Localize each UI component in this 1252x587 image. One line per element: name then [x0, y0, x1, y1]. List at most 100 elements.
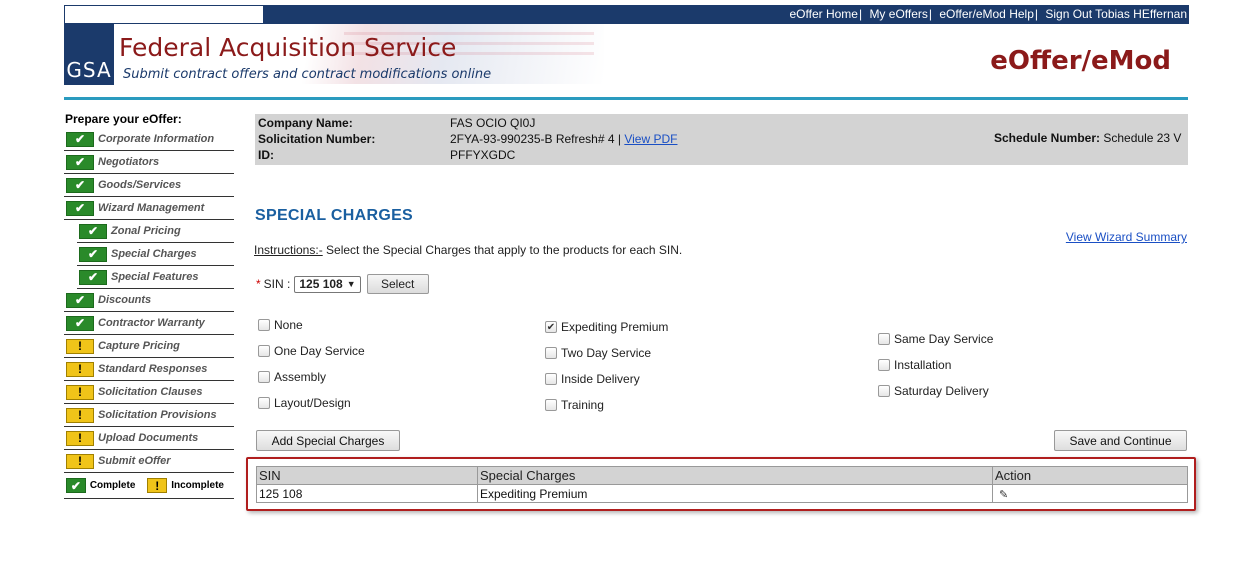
checkbox-one-day-service[interactable]: One Day Service: [258, 344, 365, 358]
checkbox-label: Inside Delivery: [561, 372, 640, 386]
header-divider: [64, 97, 1188, 100]
nav-sign-out[interactable]: Sign Out Tobias HEffernan: [1045, 7, 1187, 21]
page-header: GSA Federal Acquisition Service Submit c…: [64, 24, 1189, 98]
checkbox-expediting-premium[interactable]: ✔ Expediting Premium: [545, 320, 668, 334]
sidebar-item-standard-responses[interactable]: ! Standard Responses: [64, 358, 234, 381]
required-marker: *: [256, 277, 261, 291]
checkbox-two-day-service[interactable]: Two Day Service: [545, 346, 651, 360]
warning-icon: !: [66, 384, 94, 400]
nav-my-eoffers[interactable]: My eOffers: [869, 7, 927, 21]
checkbox-same-day-service[interactable]: Same Day Service: [878, 332, 993, 346]
sidebar-item-goods-services[interactable]: ✔ Goods/Services: [64, 174, 234, 197]
sidebar-title: Prepare your eOffer:: [65, 112, 182, 126]
table-header-row: SIN Special Charges Action: [256, 466, 1188, 485]
schedule-label: Schedule Number:: [994, 131, 1101, 145]
id-label: ID:: [258, 148, 274, 162]
gsa-logo: GSA: [64, 24, 114, 85]
checkbox-empty-icon[interactable]: [545, 373, 557, 385]
sidebar-item-special-features[interactable]: ✔ Special Features: [77, 266, 234, 289]
checkbox-label: Layout/Design: [274, 396, 351, 410]
checkbox-none[interactable]: None: [258, 318, 303, 332]
checkbox-empty-icon[interactable]: [878, 333, 890, 345]
checkbox-layout-design[interactable]: Layout/Design: [258, 396, 351, 410]
checkbox-label: Installation: [894, 358, 952, 372]
check-icon: ✔: [79, 246, 107, 262]
sidebar-list: ✔ Corporate Information ✔ Negotiators ✔ Goods…: [64, 128, 234, 473]
checkbox-label: Training: [561, 398, 604, 412]
checkbox-checked-icon[interactable]: ✔: [545, 321, 557, 333]
col-header-sin: SIN: [256, 466, 478, 485]
sidebar-item-label: Discounts: [98, 294, 152, 306]
page-title: SPECIAL CHARGES: [255, 207, 414, 224]
sidebar-item-solicitation-provisions[interactable]: ! Solicitation Provisions: [64, 404, 234, 427]
sidebar-item-special-charges[interactable]: ✔ Special Charges: [77, 243, 234, 266]
sidebar-item-wizard-management[interactable]: ✔ Wizard Management: [64, 197, 234, 220]
checkbox-assembly[interactable]: Assembly: [258, 370, 326, 384]
checkbox-installation[interactable]: Installation: [878, 358, 951, 372]
check-icon: ✔: [79, 223, 107, 239]
sidebar-item-discounts[interactable]: ✔ Discounts: [64, 289, 234, 312]
add-special-charges-button[interactable]: Add Special Charges: [256, 430, 400, 451]
sidebar-item-label: Capture Pricing: [98, 340, 180, 352]
sidebar-item-label: Submit eOffer: [98, 455, 171, 467]
sidebar-item-submit-eoffer[interactable]: ! Submit eOffer: [64, 450, 234, 473]
instructions-text: Select the Special Charges that apply to…: [322, 243, 683, 257]
sidebar: Prepare your eOffer: ✔ Corporate Informat…: [64, 112, 234, 499]
sidebar-item-label: Wizard Management: [98, 202, 205, 214]
sidebar-item-label: Solicitation Clauses: [98, 386, 203, 398]
checkbox-label: Saturday Delivery: [894, 384, 989, 398]
schedule-number: Schedule Number: Schedule 23 V: [994, 131, 1181, 145]
check-icon: ✔: [66, 154, 94, 170]
warning-icon: !: [147, 478, 168, 493]
sidebar-item-label: Zonal Pricing: [111, 225, 181, 237]
checkbox-empty-icon[interactable]: [258, 371, 270, 383]
checkbox-inside-delivery[interactable]: Inside Delivery: [545, 372, 640, 386]
warning-icon: !: [66, 430, 94, 446]
sin-dropdown[interactable]: 125 108 ▼: [294, 275, 361, 293]
site-subtitle: Submit contract offers and contract modi…: [123, 67, 492, 82]
checkbox-label: None: [274, 318, 303, 332]
check-icon: ✔: [66, 292, 94, 308]
sidebar-item-label: Special Charges: [111, 248, 197, 260]
sidebar-item-label: Contractor Warranty: [98, 317, 205, 329]
checkbox-empty-icon[interactable]: [258, 319, 270, 331]
sidebar-item-solicitation-clauses[interactable]: ! Solicitation Clauses: [64, 381, 234, 404]
warning-icon: !: [66, 453, 94, 469]
sidebar-item-label: Corporate Information: [98, 133, 215, 145]
sidebar-item-label: Special Features: [111, 271, 199, 283]
select-button[interactable]: Select: [366, 274, 429, 294]
view-pdf-link[interactable]: View PDF: [624, 132, 677, 146]
view-wizard-summary-link[interactable]: View Wizard Summary: [1066, 230, 1187, 244]
sin-selector-row: * SIN : 125 108 ▼ Select: [256, 274, 429, 294]
sidebar-item-upload-documents[interactable]: ! Upload Documents: [64, 427, 234, 450]
checkbox-empty-icon[interactable]: [878, 385, 890, 397]
solicitation-label: Solicitation Number:: [258, 132, 376, 146]
save-and-continue-button[interactable]: Save and Continue: [1054, 430, 1187, 451]
chevron-down-icon: ▼: [346, 279, 356, 289]
sidebar-item-zonal-pricing[interactable]: ✔ Zonal Pricing: [77, 220, 234, 243]
checkbox-empty-icon[interactable]: [258, 345, 270, 357]
sidebar-item-capture-pricing[interactable]: ! Capture Pricing: [64, 335, 234, 358]
nav-eoffer-home[interactable]: eOffer Home: [789, 7, 857, 21]
table-row: 125 108 Expediting Premium ✎: [256, 484, 1188, 503]
nav-help[interactable]: eOffer/eMod Help: [939, 7, 1034, 21]
top-nav-bar: eOffer Home| My eOffers| eOffer/eMod Hel…: [64, 5, 1189, 24]
check-icon: ✔: [66, 478, 86, 493]
site-title: Federal Acquisition Service: [119, 33, 457, 62]
cell-sin: 125 108: [256, 484, 478, 503]
checkbox-training[interactable]: Training: [545, 398, 604, 412]
sidebar-item-negotiators[interactable]: ✔ Negotiators: [64, 151, 234, 174]
sidebar-item-label: Upload Documents: [98, 432, 199, 444]
id-value: PFFYXGDC: [450, 148, 516, 162]
pencil-icon[interactable]: ✎: [999, 488, 1008, 501]
checkbox-empty-icon[interactable]: [258, 397, 270, 409]
checkbox-label: Two Day Service: [561, 346, 652, 360]
checkbox-empty-icon[interactable]: [545, 399, 557, 411]
checkbox-saturday-delivery[interactable]: Saturday Delivery: [878, 384, 989, 398]
sidebar-item-corporate-information[interactable]: ✔ Corporate Information: [64, 128, 234, 151]
sidebar-item-contractor-warranty[interactable]: ✔ Contractor Warranty: [64, 312, 234, 335]
solicitation-value-wrap: 2FYA-93-990235-B Refresh# 4 | View PDF: [450, 132, 677, 146]
charges-table: SIN Special Charges Action 125 108 Exped…: [256, 466, 1188, 503]
checkbox-empty-icon[interactable]: [878, 359, 890, 371]
checkbox-empty-icon[interactable]: [545, 347, 557, 359]
